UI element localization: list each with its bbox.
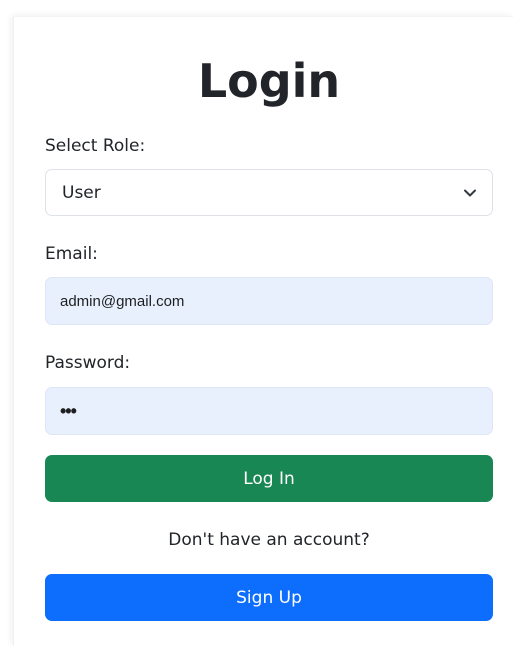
password-label: Password: bbox=[45, 353, 131, 373]
password-field[interactable]: ••• bbox=[45, 387, 493, 435]
login-card: Login Select Role: User Email: admin@gma… bbox=[13, 16, 513, 646]
page-title: Login bbox=[197, 54, 341, 108]
role-label: Select Role: bbox=[45, 136, 146, 156]
email-label: Email: bbox=[45, 244, 98, 264]
role-select-value: User bbox=[62, 182, 101, 203]
signup-prompt: Don't have an account? bbox=[168, 530, 370, 550]
login-button[interactable]: Log In bbox=[45, 455, 493, 502]
signup-button[interactable]: Sign Up bbox=[45, 574, 493, 621]
chevron-down-icon bbox=[464, 189, 476, 197]
role-select[interactable]: User bbox=[45, 169, 493, 216]
email-field[interactable]: admin@gmail.com bbox=[45, 277, 493, 325]
